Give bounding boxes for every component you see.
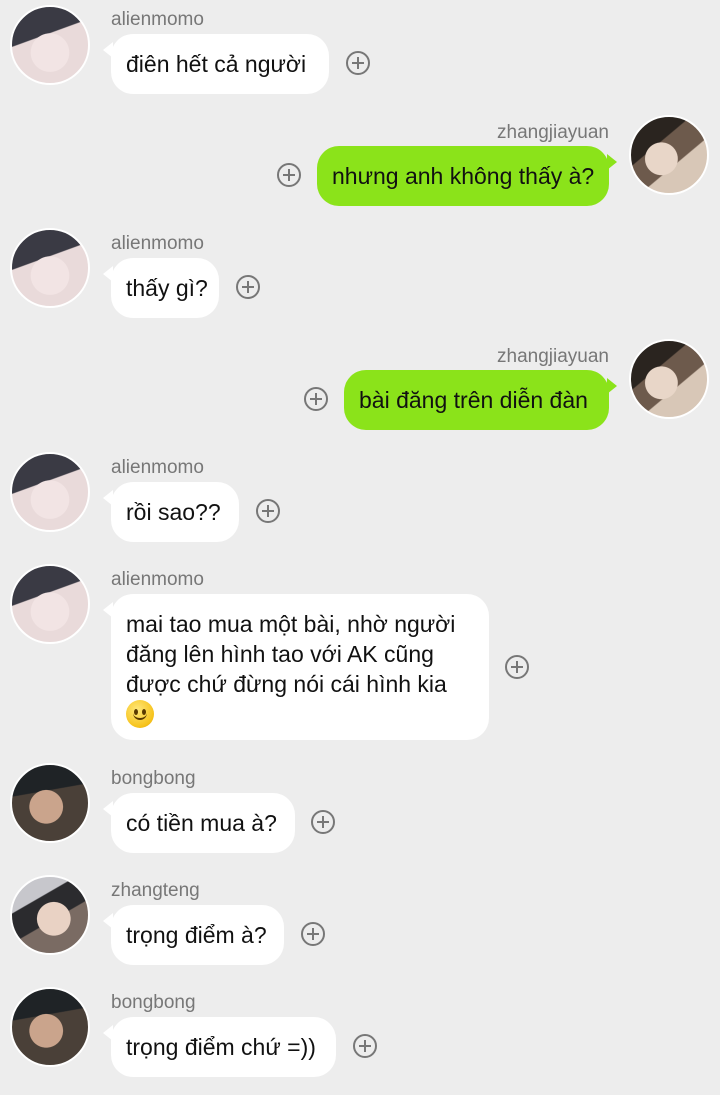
message-bubble[interactable]: rồi sao?? [103, 482, 239, 542]
add-reaction-plus-icon[interactable] [301, 922, 325, 946]
avatar[interactable] [10, 987, 90, 1067]
add-reaction-plus-icon[interactable] [277, 163, 301, 187]
avatar[interactable] [10, 452, 90, 532]
message-text: có tiền mua à? [126, 810, 277, 836]
message-text-line: mai tao mua một bài, nhờ người [126, 611, 456, 637]
sender-name: alienmomo [111, 233, 204, 254]
avatar[interactable] [10, 5, 90, 85]
sender-name: bongbong [111, 992, 196, 1013]
chat-thread[interactable]: alienmomo điên hết cả người zhangjiayuan… [0, 0, 720, 1095]
avatar[interactable] [10, 228, 90, 308]
sender-name: zhangjiayuan [497, 122, 609, 143]
add-reaction-plus-icon[interactable] [304, 387, 328, 411]
message-bubble[interactable]: trọng điểm à? [103, 905, 284, 965]
sender-name: alienmomo [111, 457, 204, 478]
message-text-line: được chứ đừng nói cái hình kia [126, 671, 447, 697]
message-text: rồi sao?? [126, 499, 221, 525]
sender-name: alienmomo [111, 569, 204, 590]
avatar[interactable] [629, 115, 709, 195]
sender-name: alienmomo [111, 9, 204, 30]
avatar[interactable] [10, 763, 90, 843]
message-text: trọng điểm à? [126, 922, 267, 948]
message-text: bài đăng trên diễn đàn [359, 387, 588, 413]
sender-name: zhangteng [111, 880, 200, 901]
message-text-line: đăng lên hình tao với AK cũng [126, 641, 434, 667]
avatar[interactable] [10, 564, 90, 644]
add-reaction-plus-icon[interactable] [236, 275, 260, 299]
message-text: nhưng anh không thấy à? [332, 163, 595, 189]
sender-name: zhangjiayuan [497, 346, 609, 367]
message-bubble[interactable]: nhưng anh không thấy à? [317, 146, 617, 206]
add-reaction-plus-icon[interactable] [353, 1034, 377, 1058]
message-bubble[interactable]: điên hết cả người [103, 34, 329, 94]
message-bubble[interactable]: bài đăng trên diễn đàn [344, 370, 617, 430]
message-text: thấy gì? [126, 275, 208, 301]
message-text: điên hết cả người [126, 51, 307, 77]
message-bubble[interactable]: mai tao mua một bài, nhờ người đăng lên … [103, 594, 489, 740]
add-reaction-plus-icon[interactable] [346, 51, 370, 75]
avatar[interactable] [629, 339, 709, 419]
message-bubble[interactable]: trọng điểm chứ =)) [103, 1017, 336, 1077]
message-bubble[interactable]: có tiền mua à? [103, 793, 295, 853]
avatar[interactable] [10, 875, 90, 955]
add-reaction-plus-icon[interactable] [505, 655, 529, 679]
smiling-face-emoji-icon [126, 700, 154, 728]
add-reaction-plus-icon[interactable] [256, 499, 280, 523]
message-bubble[interactable]: thấy gì? [103, 258, 219, 318]
sender-name: bongbong [111, 768, 196, 789]
add-reaction-plus-icon[interactable] [311, 810, 335, 834]
message-text: trọng điểm chứ =)) [126, 1034, 316, 1060]
